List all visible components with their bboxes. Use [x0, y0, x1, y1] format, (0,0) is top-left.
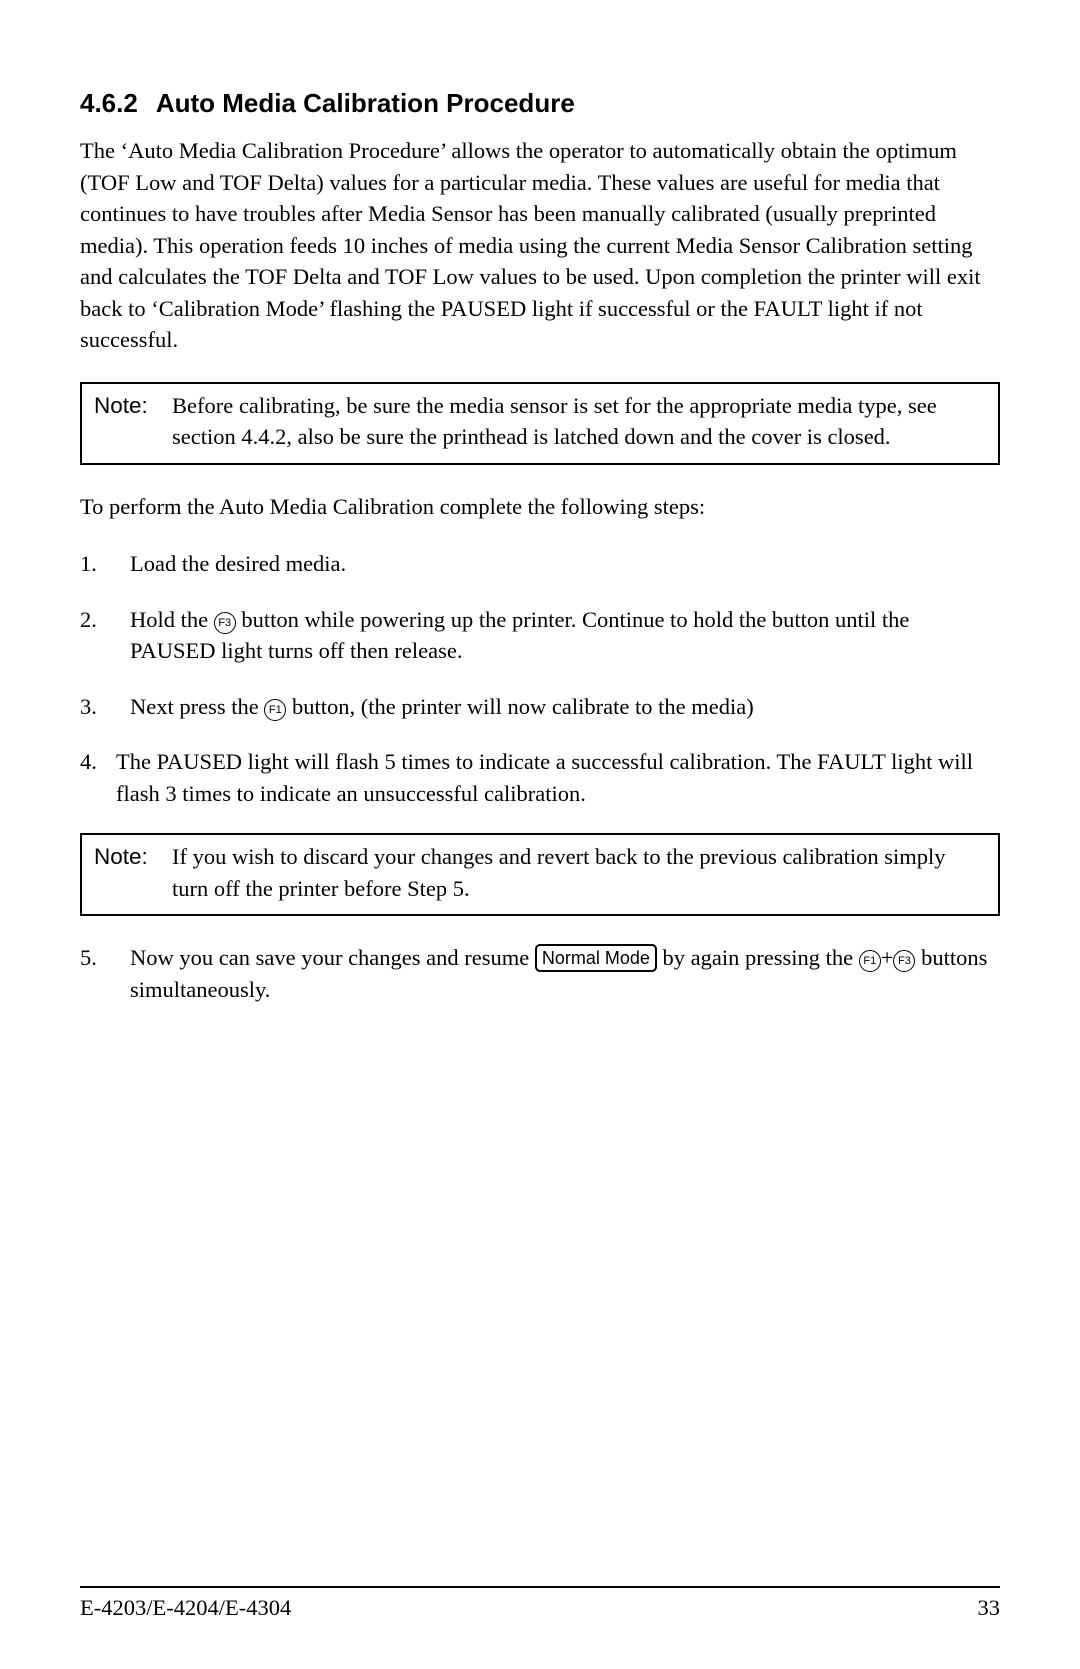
note-text: If you wish to discard your changes and … — [172, 841, 986, 904]
step-text: Next press the — [130, 694, 264, 719]
step-body: Load the desired media. — [130, 548, 1000, 580]
f3-button-icon: F3 — [893, 950, 915, 972]
plus-sign: + — [881, 945, 894, 970]
step-2: 2. Hold the F3 button while powering up … — [80, 604, 1000, 667]
step-body: Next press the F1 button, (the printer w… — [130, 691, 1000, 723]
footer-model: E-4203/E-4204/E-4304 — [80, 1592, 291, 1624]
section-title: Auto Media Calibration Procedure — [156, 88, 575, 118]
note-box-1: Note: Before calibrating, be sure the me… — [80, 382, 1000, 465]
step-text: Hold the — [130, 607, 214, 632]
normal-mode-box: Normal Mode — [535, 944, 657, 972]
step-body: Now you can save your changes and resume… — [130, 942, 1000, 1005]
step-5: 5. Now you can save your changes and res… — [80, 942, 1000, 1005]
note-label: Note: — [94, 841, 172, 904]
note-box-2: Note: If you wish to discard your change… — [80, 833, 1000, 916]
f1-button-icon: F1 — [264, 699, 286, 721]
step-text: button, (the printer will now calibrate … — [286, 694, 753, 719]
steps-list-cont: 5. Now you can save your changes and res… — [80, 942, 1000, 1005]
step-4: 4. The PAUSED light will flash 5 times t… — [80, 746, 1000, 809]
step-text: button while powering up the printer. Co… — [130, 607, 909, 664]
step-number: 1. — [80, 548, 130, 580]
steps-intro: To perform the Auto Media Calibration co… — [80, 491, 1000, 523]
step-number: 3. — [80, 691, 130, 723]
intro-paragraph: The ‘Auto Media Calibration Procedure’ a… — [80, 135, 1000, 356]
footer-rule — [80, 1586, 1000, 1588]
step-body: Hold the F3 button while powering up the… — [130, 604, 1000, 667]
f1-button-icon: F1 — [859, 950, 881, 972]
step-number: 5. — [80, 942, 130, 1005]
step-number: 4. — [80, 746, 116, 809]
f3-button-icon: F3 — [214, 612, 236, 634]
section-heading: 4.6.2 Auto Media Calibration Procedure — [80, 85, 1000, 121]
page-footer: E-4203/E-4204/E-4304 33 — [80, 1586, 1000, 1624]
note-text: Before calibrating, be sure the media se… — [172, 390, 986, 453]
step-3: 3. Next press the F1 button, (the printe… — [80, 691, 1000, 723]
step-body: The PAUSED light will flash 5 times to i… — [116, 746, 1000, 809]
step-text: by again pressing the — [657, 945, 859, 970]
step-text: Now you can save your changes and resume — [130, 945, 535, 970]
footer-page-number: 33 — [978, 1592, 1001, 1624]
section-number: 4.6.2 — [80, 85, 138, 121]
step-number: 2. — [80, 604, 130, 667]
step-1: 1. Load the desired media. — [80, 548, 1000, 580]
note-label: Note: — [94, 390, 172, 453]
steps-list: 1. Load the desired media. 2. Hold the F… — [80, 548, 1000, 809]
